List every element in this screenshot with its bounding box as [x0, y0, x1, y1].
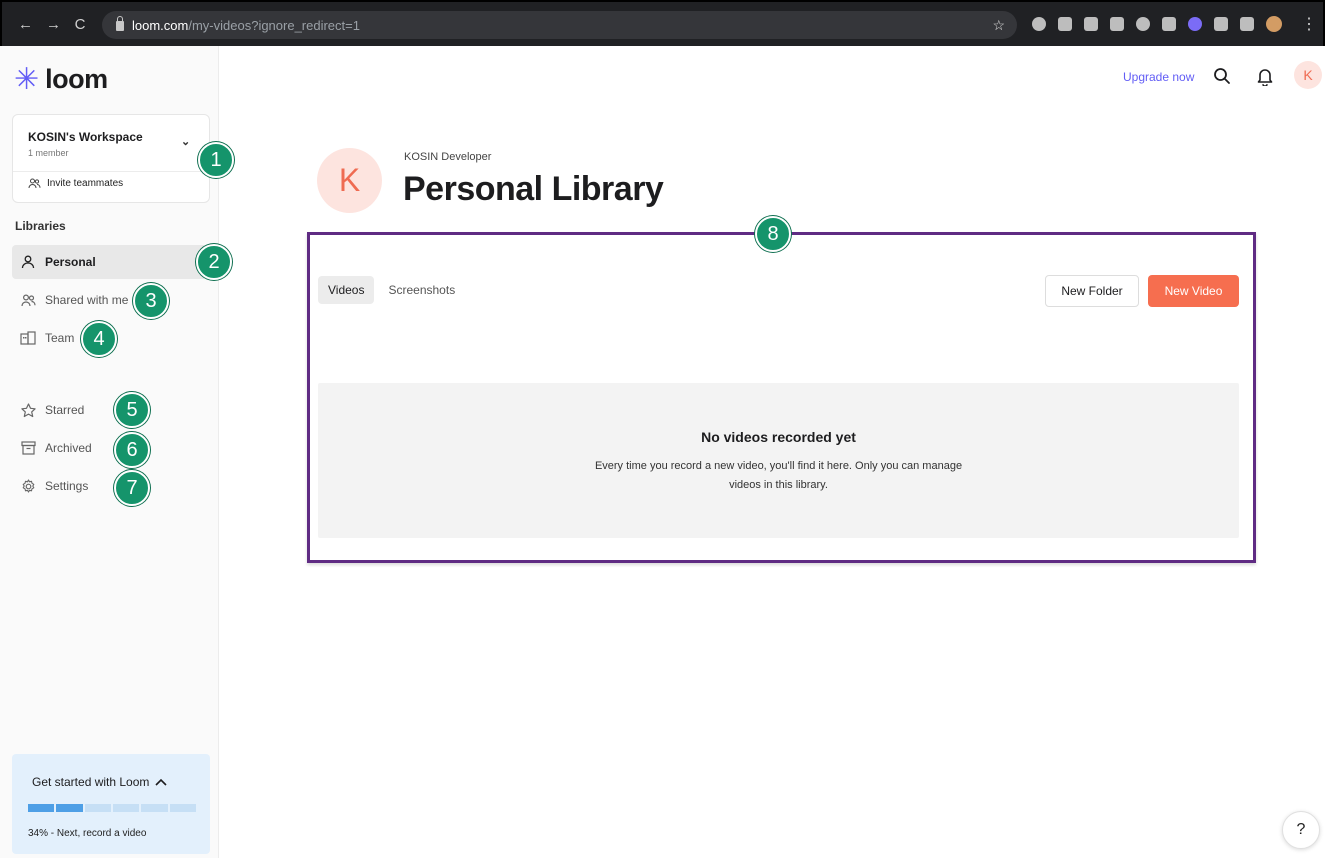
- callout-badge: 2: [196, 244, 232, 280]
- back-icon[interactable]: ←: [18, 16, 33, 33]
- divider: [13, 171, 209, 172]
- get-started-header[interactable]: Get started with Loom: [32, 775, 167, 789]
- progress-segment: [84, 804, 111, 812]
- extension-icon[interactable]: [1162, 17, 1176, 31]
- chevron-up-icon[interactable]: [155, 778, 167, 786]
- sidebar-item-label: Settings: [45, 479, 89, 493]
- progress-segment: [112, 804, 140, 812]
- get-started-panel[interactable]: Get started with Loom 34% - Next, record…: [12, 754, 210, 854]
- help-button[interactable]: ?: [1282, 811, 1320, 849]
- reload-icon[interactable]: C: [74, 16, 86, 33]
- get-started-progress-bar: [28, 804, 196, 812]
- workspace-members: 1 member: [28, 148, 69, 158]
- people-icon: [28, 178, 41, 189]
- extension-icon[interactable]: [1058, 17, 1072, 31]
- browser-menu-icon[interactable]: ⋮: [1301, 14, 1317, 34]
- workspace-name[interactable]: KOSIN's Workspace: [28, 130, 143, 144]
- empty-state-description: Every time you record a new video, you'l…: [594, 460, 963, 491]
- sidebar-item-shared[interactable]: Shared with me: [12, 283, 210, 317]
- extensions-bar: [1032, 16, 1282, 32]
- callout-badge: 6: [114, 432, 150, 468]
- sidebar: ✳ loom KOSIN's Workspace 1 member ⌄ Invi…: [0, 46, 219, 858]
- sidebar-item-label: Starred: [45, 403, 85, 417]
- extension-icon[interactable]: [1110, 17, 1124, 31]
- sidebar-item-label: Team: [45, 331, 75, 345]
- workspace-card: KOSIN's Workspace 1 member ⌄ Invite team…: [12, 114, 210, 203]
- sidebar-item-settings[interactable]: Settings: [12, 469, 210, 503]
- library-tabs: Videos Screenshots: [318, 276, 465, 304]
- archive-icon: [20, 440, 36, 456]
- invite-teammates-link[interactable]: Invite teammates: [28, 178, 123, 189]
- user-avatar[interactable]: K: [1294, 61, 1322, 89]
- gear-icon: [20, 478, 36, 494]
- progress-segment: [28, 804, 55, 812]
- tab-videos[interactable]: Videos: [318, 276, 375, 304]
- sidebar-item-starred[interactable]: Starred: [12, 393, 210, 427]
- extension-icon[interactable]: [1032, 17, 1046, 31]
- sidebar-item-archived[interactable]: Archived: [12, 431, 210, 465]
- extension-icon[interactable]: [1084, 17, 1098, 31]
- new-folder-button[interactable]: New Folder: [1045, 275, 1139, 307]
- library-avatar: K: [317, 148, 382, 213]
- sidebar-item-label: Archived: [45, 441, 92, 455]
- url-path: /my-videos?ignore_redirect=1: [188, 17, 360, 33]
- invite-label: Invite teammates: [47, 178, 124, 189]
- browser-toolbar: ← → C loom.com/my-videos?ignore_redirect…: [0, 0, 1325, 46]
- browser-nav: ← → C: [2, 16, 86, 33]
- lock-icon: [116, 16, 124, 31]
- loom-logo-icon: ✳: [14, 62, 40, 96]
- tab-screenshots[interactable]: Screenshots: [378, 276, 465, 304]
- callout-badge: 3: [133, 283, 169, 319]
- progress-segment: [141, 804, 168, 812]
- profile-avatar-icon[interactable]: [1266, 16, 1282, 32]
- search-icon[interactable]: [1210, 64, 1234, 88]
- new-video-button[interactable]: New Video: [1148, 275, 1239, 307]
- get-started-title: Get started with Loom: [32, 775, 150, 789]
- empty-state: No videos recorded yet Every time you re…: [318, 383, 1239, 538]
- loom-logo-text: loom: [45, 64, 108, 94]
- star-icon: [20, 402, 36, 418]
- loom-extension-icon[interactable]: [1188, 17, 1202, 31]
- callout-badge: 7: [114, 470, 150, 506]
- callout-badge: 5: [114, 392, 150, 428]
- people-icon: [20, 292, 36, 308]
- library-owner: KOSIN Developer: [404, 151, 492, 163]
- loom-logo[interactable]: ✳ loom: [14, 64, 108, 95]
- callout-badge: 1: [198, 142, 234, 178]
- page-title: Personal Library: [403, 170, 664, 208]
- bell-icon[interactable]: [1253, 64, 1277, 88]
- extension-icon[interactable]: [1136, 17, 1150, 31]
- forward-icon[interactable]: →: [46, 16, 61, 33]
- sidebar-item-label: Personal: [45, 255, 96, 269]
- progress-segment: [56, 804, 83, 812]
- empty-state-title: No videos recorded yet: [701, 429, 856, 445]
- address-bar[interactable]: loom.com/my-videos?ignore_redirect=1 ☆: [102, 11, 1017, 39]
- library-content-panel: Videos Screenshots New Folder New Video …: [307, 232, 1256, 563]
- get-started-status: 34% - Next, record a video: [28, 828, 147, 839]
- bookmark-star-icon[interactable]: ☆: [992, 17, 1005, 34]
- chevron-down-icon[interactable]: ⌄: [181, 135, 190, 148]
- callout-badge: 8: [755, 216, 791, 252]
- callout-badge: 4: [81, 321, 117, 357]
- reading-list-icon[interactable]: [1240, 17, 1254, 31]
- progress-segment: [169, 804, 196, 812]
- libraries-heading: Libraries: [15, 219, 66, 233]
- url-domain: loom.com: [132, 17, 189, 33]
- sidebar-item-personal[interactable]: Personal: [12, 245, 210, 279]
- building-icon: [20, 330, 36, 346]
- sidebar-item-label: Shared with me: [45, 293, 129, 307]
- person-icon: [20, 254, 36, 270]
- puzzle-icon[interactable]: [1214, 17, 1228, 31]
- upgrade-now-link[interactable]: Upgrade now: [1123, 70, 1194, 84]
